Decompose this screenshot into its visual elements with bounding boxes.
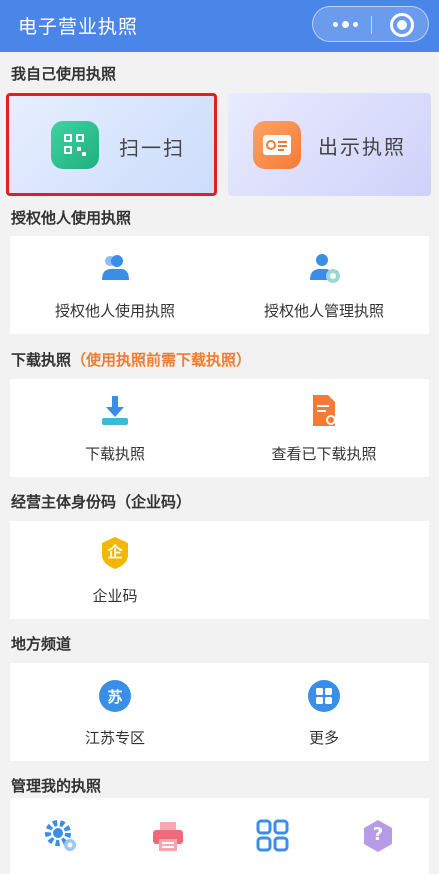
download-title-text: 下载执照 — [11, 351, 72, 369]
show-license-button[interactable]: 出示执照 — [228, 93, 431, 196]
authorize-manage-label: 授权他人管理执照 — [263, 302, 384, 320]
enterprise-code-item[interactable]: 企 企业码 — [10, 535, 220, 609]
users-icon — [97, 250, 133, 286]
scan-label: 扫一扫 — [119, 136, 185, 160]
document-search-icon — [306, 393, 342, 429]
jiangsu-icon: 苏 — [97, 679, 133, 715]
capsule-divider — [371, 16, 372, 34]
authorize-card: 授权他人使用执照 授权他人管理执照 — [10, 236, 429, 334]
grid-more-icon — [306, 679, 342, 715]
authorize-manage-item[interactable]: 授权他人管理执照 — [219, 250, 429, 324]
help-icon[interactable]: ? — [360, 818, 396, 854]
authorize-use-label: 授权他人使用执照 — [54, 302, 175, 320]
show-license-label: 出示执照 — [318, 135, 406, 159]
download-note: （使用执照前需下载执照） — [71, 351, 252, 369]
identity-card: 企 企业码 — [10, 521, 429, 619]
apps-grid-icon[interactable] — [255, 818, 291, 854]
section-title-manage: 管理我的执照 — [11, 777, 102, 795]
local-card: 苏 江苏专区 更多 — [10, 663, 429, 761]
section-title-identity: 经营主体身份码（企业码） — [11, 493, 192, 511]
jiangsu-label: 江苏专区 — [84, 729, 145, 747]
download-item[interactable]: 下载执照 — [10, 393, 220, 467]
license-card-icon — [253, 121, 301, 169]
jiangsu-item[interactable]: 苏 江苏专区 — [10, 679, 220, 751]
enterprise-code-glyph: 企 — [107, 543, 123, 561]
mini-program-capsule — [312, 6, 429, 42]
authorize-use-item[interactable]: 授权他人使用执照 — [10, 250, 220, 324]
section-title-authorize: 授权他人使用执照 — [11, 209, 132, 227]
download-icon — [97, 393, 133, 429]
user-gear-icon — [306, 250, 342, 286]
view-downloaded-item[interactable]: 查看已下载执照 — [219, 393, 429, 467]
page-title: 电子营业执照 — [18, 16, 139, 38]
enterprise-code-label: 企业码 — [92, 587, 138, 605]
download-card: 下载执照 查看已下载执照 — [10, 379, 429, 477]
top-navigation-bar: 电子营业执照 — [0, 0, 439, 52]
download-label: 下载执照 — [84, 445, 145, 463]
more-item[interactable]: 更多 — [219, 679, 429, 751]
qr-code-icon — [51, 121, 99, 169]
more-label: 更多 — [308, 729, 339, 747]
section-title-self-use: 我自己使用执照 — [11, 65, 117, 83]
close-target-icon[interactable] — [390, 13, 414, 37]
printer-icon[interactable] — [150, 818, 186, 854]
section-title-download: 下载执照（使用执照前需下载执照） — [11, 349, 251, 370]
manage-card: ? — [10, 798, 429, 874]
enterprise-code-icon: 企 — [97, 535, 133, 571]
scan-button[interactable]: 扫一扫 — [6, 93, 217, 196]
jiangsu-glyph: 苏 — [107, 688, 123, 706]
more-dots-icon[interactable] — [325, 11, 365, 37]
gear-icon[interactable] — [43, 818, 79, 854]
help-glyph: ? — [372, 824, 384, 845]
view-downloaded-label: 查看已下载执照 — [271, 445, 377, 463]
section-title-local: 地方频道 — [11, 635, 72, 653]
